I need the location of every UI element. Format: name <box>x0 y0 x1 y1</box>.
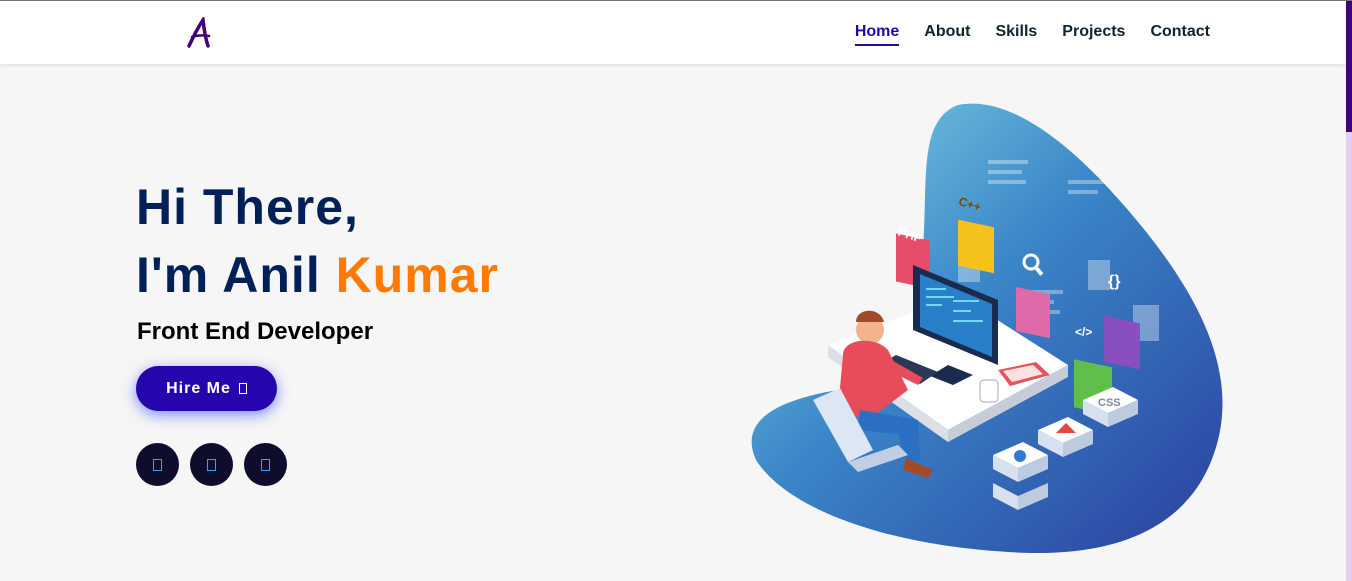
social-links <box>136 443 287 486</box>
social-icon <box>153 458 162 471</box>
scrollbar-thumb[interactable] <box>1346 1 1352 132</box>
hero-illustration: PHP C++ {} </> CSS <box>751 103 1223 554</box>
social-link-1[interactable] <box>136 443 179 486</box>
hero-name: I'm Anil Kumar <box>136 246 499 304</box>
hire-me-button[interactable]: Hire Me <box>136 366 277 411</box>
hire-me-label: Hire Me <box>166 379 231 397</box>
nav-projects[interactable]: Projects <box>1062 23 1125 46</box>
badge-braces: {} <box>1108 273 1120 290</box>
nav-contact[interactable]: Contact <box>1150 23 1210 46</box>
arrow-icon <box>238 383 247 394</box>
social-link-3[interactable] <box>244 443 287 486</box>
site-header: Home About Skills Projects Contact <box>0 1 1346 64</box>
logo[interactable] <box>186 17 214 49</box>
social-link-2[interactable] <box>190 443 233 486</box>
nav-home[interactable]: Home <box>854 23 900 46</box>
social-icon <box>207 458 216 471</box>
badge-code: </> <box>1075 325 1092 339</box>
hero-intro: I'm Anil <box>136 247 336 303</box>
social-icon <box>261 458 270 471</box>
nav-skills[interactable]: Skills <box>995 23 1037 46</box>
main-nav: Home About Skills Projects Contact <box>854 23 1210 46</box>
hero-name-highlight: Kumar <box>335 247 499 303</box>
hero-greeting: Hi There, <box>136 179 359 235</box>
badge-css: CSS <box>1098 397 1121 409</box>
nav-about[interactable]: About <box>924 23 970 46</box>
hero-role: Front End Developer <box>137 318 374 345</box>
